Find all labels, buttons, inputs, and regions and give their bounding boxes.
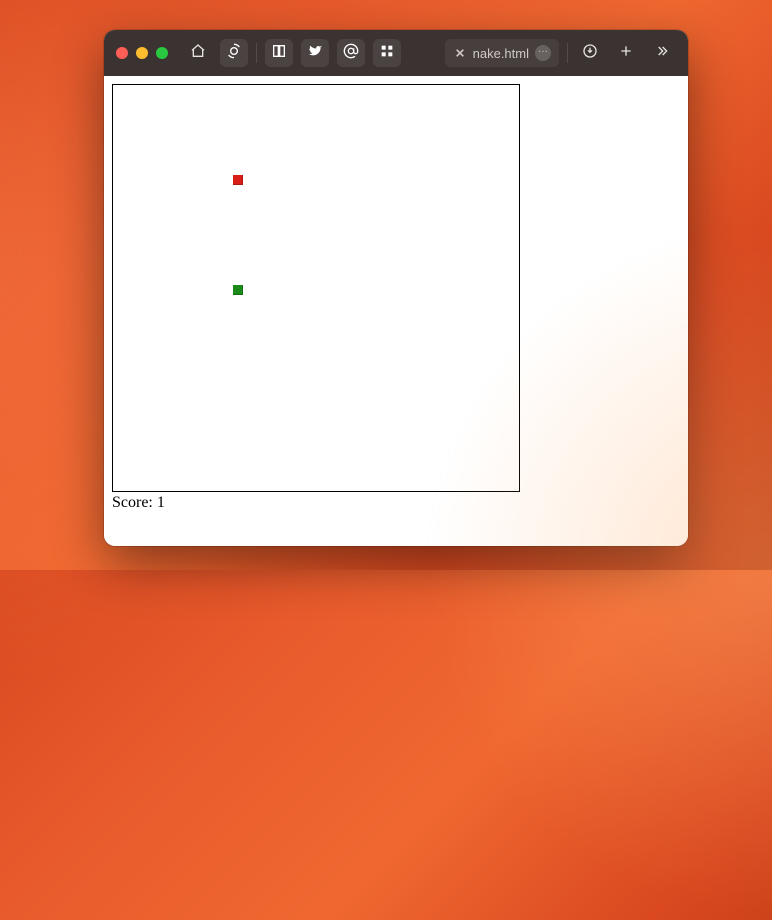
food-cell (233, 175, 243, 185)
twitter-icon (307, 43, 323, 64)
snake-segment (233, 285, 243, 295)
traffic-lights (116, 47, 168, 59)
score-value: 1 (157, 494, 165, 511)
close-tab-button[interactable] (453, 46, 467, 60)
game-board[interactable] (112, 84, 520, 492)
score-display: Score: 1 (112, 494, 680, 512)
overflow-button[interactable] (648, 39, 676, 67)
plus-icon (618, 43, 634, 64)
minimize-window-button[interactable] (136, 47, 148, 59)
pinned-site-grid[interactable] (373, 39, 401, 67)
browser-window: nake.html ··· (104, 30, 688, 546)
close-window-button[interactable] (116, 47, 128, 59)
swirl-icon (226, 43, 242, 64)
pinned-site-mastodon[interactable] (337, 39, 365, 67)
score-label: Score: (112, 494, 153, 511)
downloads-button[interactable] (576, 39, 604, 67)
home-icon (190, 43, 206, 64)
window-toolbar: nake.html ··· (104, 30, 688, 76)
page-content: Score: 1 (104, 76, 688, 546)
grid-icon (379, 43, 395, 64)
download-icon (582, 43, 598, 64)
zoom-window-button[interactable] (156, 47, 168, 59)
chevron-double-right-icon (654, 43, 670, 64)
toolbar-separator (256, 43, 257, 63)
book-icon (271, 43, 287, 64)
pinned-site-reader[interactable] (265, 39, 293, 67)
home-button[interactable] (184, 39, 212, 67)
new-tab-button[interactable] (612, 39, 640, 67)
at-icon (343, 43, 359, 64)
tab-title: nake.html (473, 46, 529, 61)
pinned-site-twitter[interactable] (301, 39, 329, 67)
active-tab[interactable]: nake.html ··· (445, 39, 559, 67)
tab-more-button[interactable]: ··· (535, 45, 551, 61)
pinned-site-chatgpt[interactable] (220, 39, 248, 67)
toolbar-separator (567, 43, 568, 63)
